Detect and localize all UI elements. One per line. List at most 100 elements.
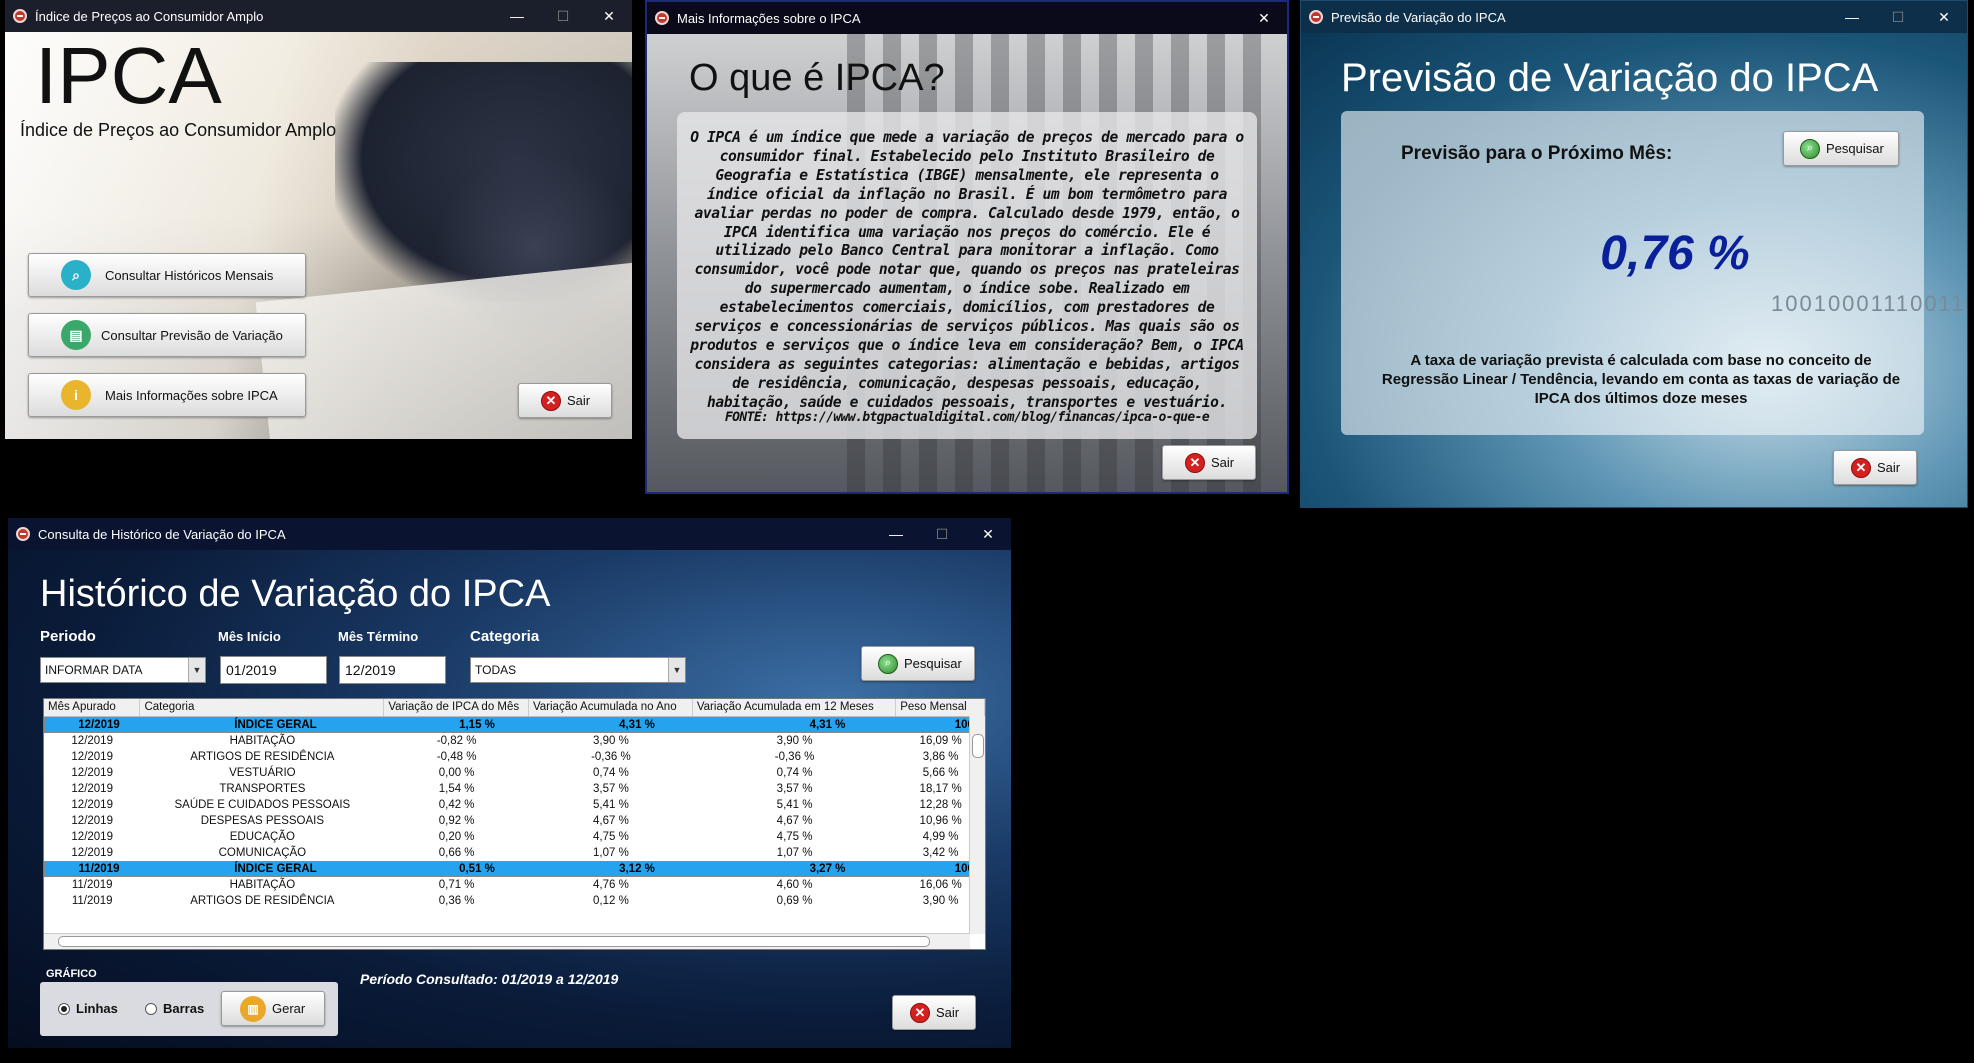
table-cell: TRANSPORTES: [219, 783, 306, 795]
gerar-button[interactable]: ▥ Gerar: [221, 991, 325, 1026]
mes-inicio-input[interactable]: 01/2019: [220, 656, 327, 684]
linhas-radio[interactable]: Linhas: [58, 1001, 118, 1016]
table-cell: HABITAÇÃO: [229, 879, 296, 891]
periodo-select[interactable]: INFORMAR DATA ▼: [40, 657, 206, 683]
table-cell: 12/2019: [71, 815, 113, 827]
source-text: FONTE: https://www.btgpactualdigital.com…: [724, 410, 1210, 425]
close-x-icon: ✕: [541, 390, 561, 411]
column-header[interactable]: Peso Mensal: [896, 699, 985, 716]
table-cell: 4,67 %: [776, 815, 813, 827]
table-cell: 0,69 %: [776, 895, 813, 907]
historico-button[interactable]: ⌕ Consultar Históricos Mensais: [28, 253, 306, 297]
history-window: Consulta de Histórico de Variação do IPC…: [8, 518, 1011, 1048]
horizontal-scrollbar[interactable]: [44, 933, 970, 949]
app-icon: [16, 527, 30, 541]
table-cell: 4,31 %: [809, 719, 846, 731]
table-cell: 4,31 %: [619, 719, 655, 731]
table-row[interactable]: 11/2019 ARTIGOS DE RESIDÊNCIA 0,36 % 0,12 %…: [44, 893, 985, 909]
table-row[interactable]: 12/2019 HABITAÇÃO -0,82 % 3,90 % 3,90 % 16,09…: [44, 733, 985, 749]
pesquisar-button[interactable]: ⌕ Pesquisar: [1783, 131, 1899, 166]
linhas-label: Linhas: [76, 1001, 118, 1016]
info-button[interactable]: i Mais Informações sobre IPCA: [28, 373, 306, 417]
previsao-button-label: Consultar Previsão de Variação: [101, 327, 283, 343]
categoria-select[interactable]: TODAS ▼: [470, 657, 686, 683]
forecast-value: 0,76 %: [1600, 227, 1750, 280]
table-cell: ARTIGOS DE RESIDÊNCIA: [190, 895, 335, 907]
info-body-text: O IPCA é um índice que mede a variação d…: [690, 129, 1244, 411]
forecast-note: A taxa de variação prevista é calculada …: [1381, 352, 1901, 407]
chevron-down-icon: ▼: [188, 658, 205, 682]
previsao-button[interactable]: ▤ Consultar Previsão de Variação: [28, 313, 306, 357]
table-cell: 1,07 %: [776, 847, 813, 859]
inicio-label: Mês Início: [218, 629, 281, 644]
table-row[interactable]: 12/2019 TRANSPORTES 1,54 % 3,57 % 3,57 % 18,1…: [44, 781, 985, 797]
pesquisar-label: Pesquisar: [1826, 141, 1884, 156]
table-cell: 0,71 %: [438, 879, 475, 891]
radio-selected-icon: [58, 1002, 70, 1015]
table-cell: 4,76 %: [593, 879, 629, 891]
pesquisar-label: Pesquisar: [904, 656, 962, 671]
forecast-icon: ▤: [61, 320, 91, 350]
table-cell: 0,36 %: [438, 895, 475, 907]
table-row[interactable]: 12/2019 COMUNICAÇÃO 0,66 % 1,07 % 1,07 % 3,42…: [44, 845, 985, 861]
periodo-select-value: INFORMAR DATA: [45, 663, 143, 677]
table-cell: 3,12 %: [619, 863, 655, 875]
close-icon[interactable]: ✕: [1921, 1, 1967, 33]
sair-button[interactable]: ✕ Sair: [1162, 445, 1256, 480]
app-icon: [1309, 10, 1323, 24]
column-header[interactable]: Categoria: [140, 699, 385, 716]
table-row[interactable]: 11/2019ÍNDICE GERAL0,51 %3,12 %3,27 %100…: [44, 861, 985, 877]
table-cell: 3,90 %: [776, 735, 813, 747]
table-row[interactable]: 12/2019 VESTUÁRIO 0,00 % 0,74 % 0,74 % 5,66 %: [44, 765, 985, 781]
chart-icon: ▥: [240, 995, 266, 1022]
table-cell: 11/2019: [71, 895, 113, 907]
maximize-icon: ☐: [556, 7, 570, 24]
info-window-titlebar: Mais Informações sobre o IPCA ✕: [647, 2, 1287, 34]
table-row[interactable]: 12/2019 DESPESAS PESSOAIS 0,92 % 4,67 % 4,67…: [44, 813, 985, 829]
column-header[interactable]: Variação Acumulada no Ano: [529, 699, 693, 716]
gerar-label: Gerar: [272, 1001, 306, 1016]
maximize-icon: ☐: [935, 525, 949, 542]
table-cell: EDUCAÇÃO: [229, 831, 295, 843]
sair-button[interactable]: ✕ Sair: [892, 995, 976, 1030]
table-cell: 5,41 %: [593, 799, 629, 811]
history-window-titlebar: Consulta de Histórico de Variação do IPC…: [8, 518, 1011, 550]
table-header: Mês Apurado Categoria Variação de IPCA do …: [44, 699, 985, 717]
table-row[interactable]: 11/2019 HABITAÇÃO 0,71 % 4,76 % 4,60 % 16,06 …: [44, 877, 985, 893]
app-icon: [655, 11, 669, 25]
minimize-icon[interactable]: —: [873, 518, 919, 550]
close-icon[interactable]: ✕: [965, 518, 1011, 550]
table-cell: 12/2019: [78, 719, 120, 731]
table-cell: 5,41 %: [776, 799, 813, 811]
pesquisar-button[interactable]: ⌕ Pesquisar: [861, 646, 975, 681]
column-header[interactable]: Variação de IPCA do Mês: [384, 699, 529, 716]
main-window-titlebar: Índice de Preços ao Consumidor Amplo — ☐…: [5, 0, 632, 32]
search-icon: ⌕: [1800, 138, 1820, 159]
mes-termino-input[interactable]: 12/2019: [339, 656, 446, 684]
table-row[interactable]: 12/2019 ARTIGOS DE RESIDÊNCIA -0,48 % -0,36…: [44, 749, 985, 765]
minimize-icon[interactable]: —: [1829, 1, 1875, 33]
table-cell: 4,75 %: [776, 831, 813, 843]
grafico-group: GRÁFICO Linhas Barras ▥ Gerar: [40, 966, 340, 1048]
column-header[interactable]: Mês Apurado: [44, 699, 141, 716]
sair-button[interactable]: ✕ Sair: [1833, 450, 1917, 485]
table-cell: SAÚDE E CUIDADOS PESSOAIS: [174, 799, 351, 811]
close-icon[interactable]: ✕: [1241, 2, 1287, 34]
background-digits: 10010001110011011: [1771, 291, 1967, 316]
table-row[interactable]: 12/2019 SAÚDE E CUIDADOS PESSOAIS 0,42 % 5,…: [44, 797, 985, 813]
table-cell: 1,07 %: [593, 847, 629, 859]
column-header[interactable]: Variação Acumulada em 12 Meses: [693, 699, 897, 716]
barras-radio[interactable]: Barras: [145, 1001, 204, 1016]
sair-button[interactable]: ✕ Sair: [518, 383, 612, 418]
close-x-icon: ✕: [1851, 457, 1871, 478]
close-icon[interactable]: ✕: [586, 0, 632, 32]
table-cell: 0,66 %: [438, 847, 475, 859]
table-row[interactable]: 12/2019ÍNDICE GERAL1,15 %4,31 %4,31 %100…: [44, 717, 985, 733]
app-icon: [13, 9, 27, 23]
page-title: O que é IPCA?: [689, 57, 945, 99]
history-table[interactable]: Mês Apurado Categoria Variação de IPCA do …: [43, 698, 986, 950]
minimize-icon[interactable]: —: [494, 0, 540, 32]
page-title: Histórico de Variação do IPCA: [40, 573, 551, 615]
table-row[interactable]: 12/2019 EDUCAÇÃO 0,20 % 4,75 % 4,75 % 4,99 %: [44, 829, 985, 845]
vertical-scrollbar[interactable]: [969, 716, 985, 934]
